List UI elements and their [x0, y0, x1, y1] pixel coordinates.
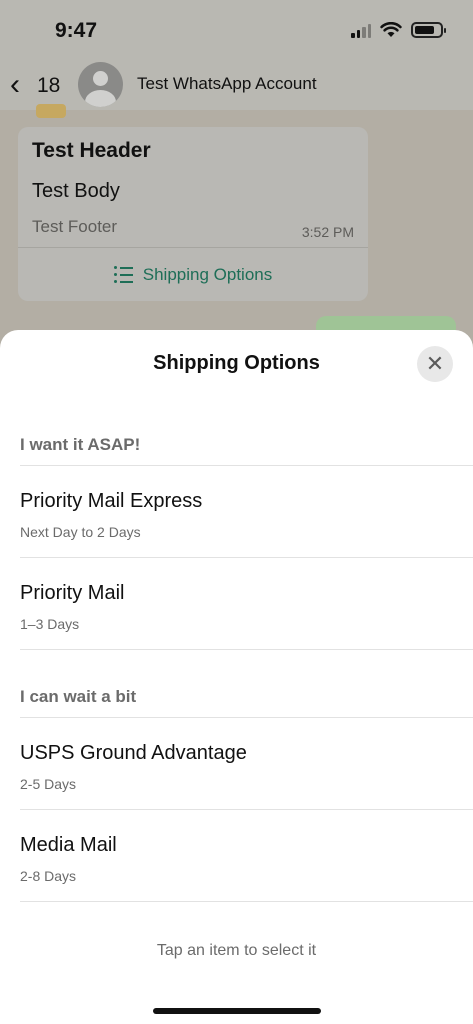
- back-chevron-icon[interactable]: ‹: [10, 70, 20, 100]
- option-description: Next Day to 2 Days: [20, 524, 141, 540]
- option-title: Media Mail: [20, 834, 117, 856]
- shipping-options-label: Shipping Options: [142, 264, 273, 284]
- option-description: 2-5 Days: [20, 776, 77, 792]
- close-button[interactable]: ✕: [417, 346, 453, 382]
- message-time: 3:52 PM: [301, 224, 354, 240]
- avatar[interactable]: [78, 62, 123, 107]
- divider: [20, 649, 473, 650]
- message-footer: Test Footer: [32, 217, 118, 236]
- section-title-wait: I can wait a bit: [20, 687, 137, 706]
- chat-header: ‹ 18 Test WhatsApp Account: [0, 62, 473, 110]
- shipping-options-button[interactable]: Shipping Options: [18, 248, 368, 301]
- battery-icon: [411, 22, 446, 38]
- option-title: Priority Mail: [20, 582, 125, 604]
- option-title: Priority Mail Express: [20, 490, 203, 512]
- wifi-icon: [380, 22, 402, 37]
- option-usps-ground-advantage[interactable]: USPS Ground Advantage 2-5 Days: [0, 718, 473, 810]
- status-time: 9:47: [55, 19, 98, 42]
- option-description: 2-8 Days: [20, 868, 77, 884]
- back-count[interactable]: 18: [37, 74, 60, 98]
- hint-text: Tap an item to select it: [156, 942, 317, 959]
- option-priority-mail-express[interactable]: Priority Mail Express Next Day to 2 Days: [0, 466, 473, 558]
- status-icons: [351, 22, 446, 38]
- list-icon: [113, 266, 133, 283]
- signal-icon: [351, 23, 371, 38]
- close-icon: ✕: [425, 351, 445, 376]
- contact-name[interactable]: Test WhatsApp Account: [137, 74, 317, 94]
- status-bar: 9:47: [0, 0, 473, 62]
- interactive-message-bubble: Test Header Test Body Test Footer 3:52 P…: [18, 127, 368, 301]
- section-title-asap: I want it ASAP!: [20, 435, 141, 454]
- divider: [20, 901, 473, 902]
- sticker-message: [36, 104, 66, 118]
- shipping-options-sheet: Shipping Options ✕ I want it ASAP! Prior…: [0, 330, 473, 1024]
- option-description: 1–3 Days: [20, 616, 80, 632]
- option-priority-mail[interactable]: Priority Mail 1–3 Days: [0, 558, 473, 650]
- home-indicator[interactable]: [153, 1008, 321, 1014]
- option-media-mail[interactable]: Media Mail 2-8 Days: [0, 810, 473, 902]
- message-body: Test Body: [32, 180, 120, 202]
- message-header: Test Header: [32, 139, 151, 162]
- option-title: USPS Ground Advantage: [20, 742, 247, 764]
- sheet-title: Shipping Options: [153, 352, 320, 374]
